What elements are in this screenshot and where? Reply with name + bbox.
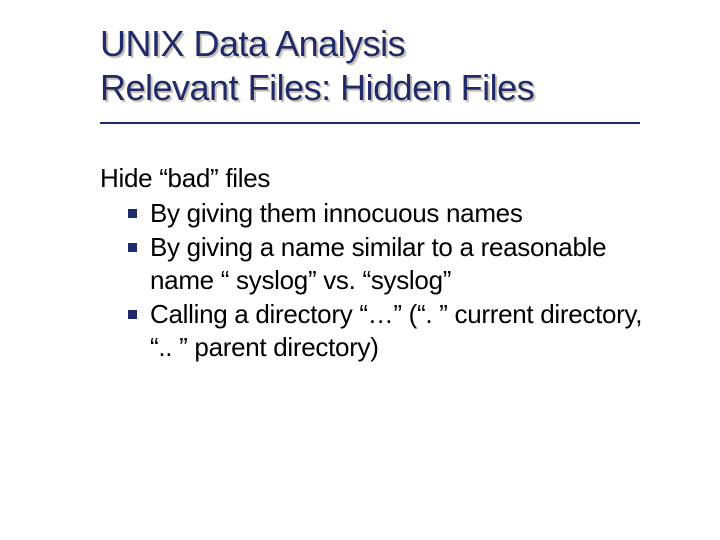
title-line1: UNIX Data Analysis [100, 23, 405, 64]
square-bullet-icon [128, 243, 137, 252]
bullet-text: Calling a directory “…” (“. ” current di… [150, 299, 642, 362]
list-item: Calling a directory “…” (“. ” current di… [128, 298, 660, 363]
slide: UNIX Data Analysis Relevant Files: Hidde… [0, 0, 720, 540]
square-bullet-icon [128, 209, 137, 218]
bullet-text: By giving them innocuous names [150, 198, 523, 228]
list-item: By giving a name similar to a reasonable… [128, 231, 660, 296]
title-front: UNIX Data Analysis Relevant Files: Hidde… [100, 22, 660, 110]
title-underline [100, 122, 640, 124]
bullet-list: By giving them innocuous names By giving… [100, 197, 660, 364]
title-line2: Relevant Files: Hidden Files [100, 67, 534, 108]
slide-title: UNIX Data Analysis Relevant Files: Hidde… [100, 22, 660, 110]
slide-body: Hide “bad” files By giving them innocuou… [100, 162, 660, 365]
intro-text: Hide “bad” files [100, 162, 660, 195]
list-item: By giving them innocuous names [128, 197, 660, 230]
square-bullet-icon [128, 310, 137, 319]
bullet-text: By giving a name similar to a reasonable… [150, 232, 606, 295]
